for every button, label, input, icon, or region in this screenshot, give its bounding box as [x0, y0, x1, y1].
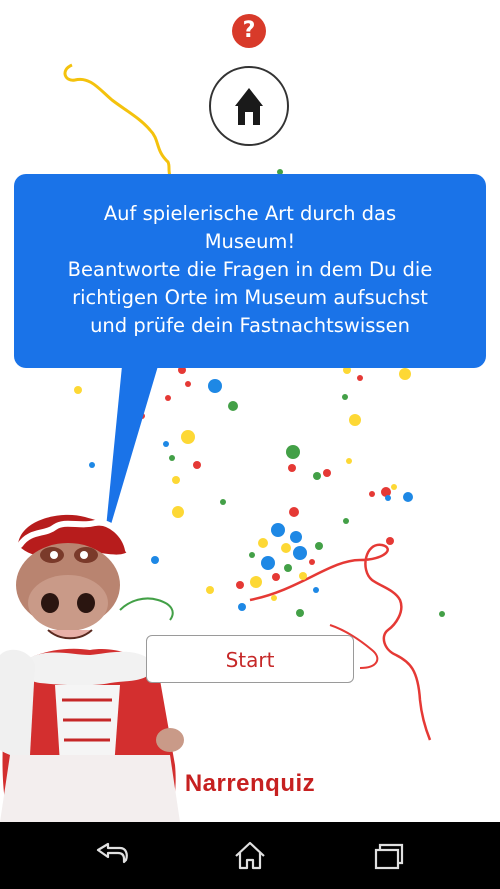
start-button[interactable]: Start: [146, 635, 354, 683]
home-outline-icon: [235, 841, 265, 870]
museum-home-icon: [235, 88, 263, 125]
nav-recents-button[interactable]: [358, 832, 418, 878]
recents-icon: [374, 843, 404, 870]
app-screen: ? Auf spielerische Art durch das Museum!…: [0, 0, 500, 822]
intro-line: Auf spielerische Art durch das: [103, 202, 397, 225]
app-title: Narrenquiz: [184, 770, 316, 797]
intro-text: Auf spielerische Art durch das Museum! B…: [28, 200, 472, 340]
question-mark-icon: ?: [242, 18, 256, 43]
nav-back-button[interactable]: [80, 832, 140, 878]
intro-line: Beantworte die Fragen in dem Du die: [67, 258, 433, 281]
back-arrow-icon: [96, 842, 128, 864]
intro-line: richtigen Orte im Museum aufsuchst: [72, 286, 428, 309]
intro-line: und prüfe dein Fastnachtswissen: [90, 314, 410, 337]
intro-line: Museum!: [204, 230, 296, 253]
system-navigation-bar: [0, 822, 500, 889]
museum-home-button[interactable]: [209, 66, 289, 146]
help-button[interactable]: ?: [232, 14, 266, 48]
nav-home-button[interactable]: [220, 832, 280, 878]
yellow-streamer: [63, 63, 172, 177]
